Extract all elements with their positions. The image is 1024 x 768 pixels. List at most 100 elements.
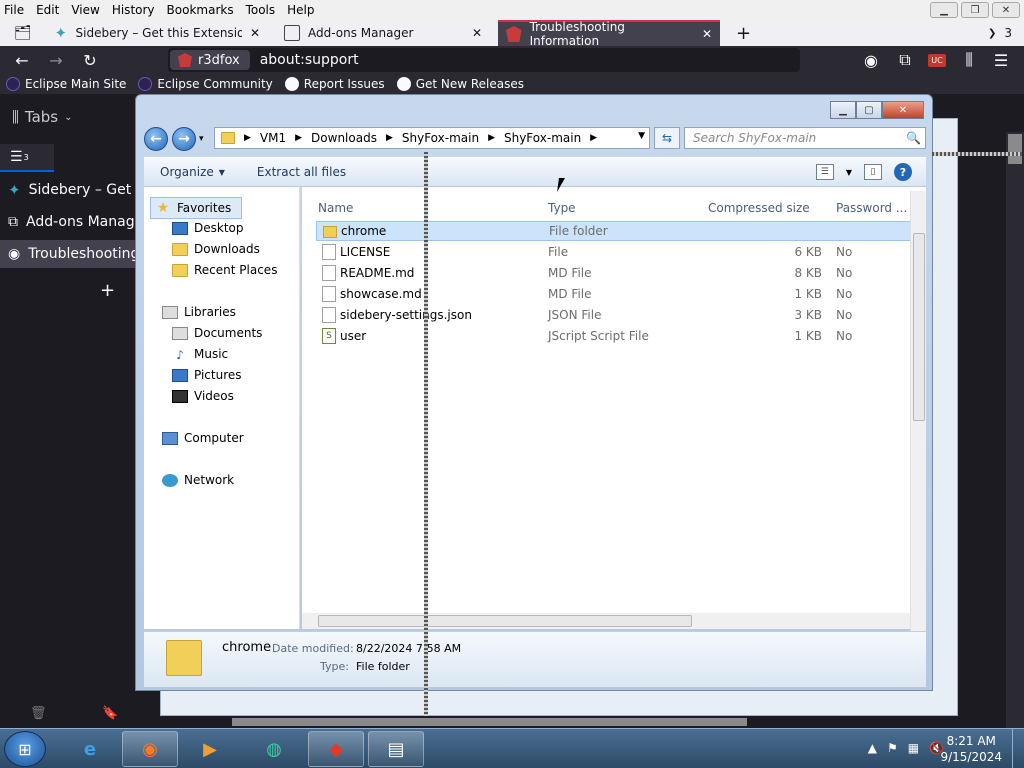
column-password[interactable]: Password ... — [836, 201, 907, 215]
change-view-icon[interactable]: ☰ — [815, 164, 834, 180]
scroll-thumb[interactable] — [913, 233, 925, 421]
recent-locations-icon[interactable]: ▾ — [199, 134, 204, 144]
account-button[interactable]: ◉ — [860, 46, 882, 74]
nav-network[interactable]: Network — [162, 473, 234, 487]
start-button[interactable]: ⊞ — [4, 731, 46, 767]
tab-troubleshooting[interactable]: Troubleshooting Information ✕ — [498, 20, 720, 48]
menu-edit[interactable]: Edit — [30, 0, 65, 20]
breadcrumb-separator-icon[interactable]: ▶ — [386, 133, 393, 143]
nav-music[interactable]: ♪ Music — [172, 347, 228, 362]
breadcrumb-separator-icon[interactable]: ▶ — [244, 133, 251, 143]
tabs-panel-button[interactable]: ☰ 3 — [0, 144, 54, 172]
extract-all-button[interactable]: Extract all files — [241, 165, 362, 179]
url-bar[interactable]: r3dfox about:support — [168, 48, 800, 72]
menu-help[interactable]: Help — [281, 0, 320, 20]
forward-button[interactable]: → — [172, 127, 196, 151]
new-tab-button[interactable]: + — [728, 20, 758, 46]
sidebar-tab-addons[interactable]: ⧉ Add-ons Manag — [0, 208, 136, 236]
breadcrumb-shyfox-main-inner[interactable]: ShyFox-main — [504, 131, 581, 145]
taskbar-media-player[interactable]: ▶ — [182, 731, 238, 767]
page-hscrollbar[interactable] — [160, 716, 958, 728]
hscroll-thumb[interactable] — [232, 718, 747, 726]
breadcrumb-shyfox-main[interactable]: ShyFox-main — [402, 131, 479, 145]
network-icon[interactable]: ▦ — [908, 741, 919, 755]
nav-desktop[interactable]: Desktop — [172, 221, 244, 235]
tab-list-button[interactable]: ❯ 3 — [980, 20, 1020, 46]
taskbar-r3dfox[interactable]: ◆ — [308, 731, 364, 767]
url-text[interactable]: about:support — [260, 52, 359, 68]
taskbar-archive[interactable]: ▤ — [368, 731, 424, 767]
organize-button[interactable]: Organize ▼ — [144, 165, 241, 179]
file-row-chrome[interactable]: chrome File folder — [316, 221, 926, 241]
scroll-thumb[interactable] — [1008, 134, 1022, 164]
close-tab-icon[interactable]: ✕ — [250, 26, 260, 40]
close-tab-icon[interactable]: ✕ — [702, 27, 712, 41]
back-button[interactable]: ← — [144, 127, 168, 151]
bookmark-icon[interactable]: 🔖 — [102, 706, 118, 721]
file-row-sidebery-settings[interactable]: sidebery-settings.json JSON File 3 KB No — [316, 305, 926, 325]
flag-icon[interactable]: ⚑ — [887, 741, 898, 755]
nav-computer[interactable]: Computer — [162, 431, 244, 445]
page-scrollbar[interactable] — [1006, 132, 1024, 728]
file-list-vscrollbar[interactable] — [910, 191, 926, 631]
reload-button[interactable]: ↻ — [78, 46, 102, 74]
extensions-button[interactable]: ⧉ — [894, 46, 916, 74]
nav-recent-places[interactable]: Recent Places — [172, 263, 277, 277]
menu-file[interactable]: File — [0, 0, 30, 20]
menu-bookmarks[interactable]: Bookmarks — [161, 0, 240, 20]
search-input[interactable]: Search ShyFox-main 🔍 — [684, 127, 926, 149]
trash-icon[interactable]: 🗑 — [30, 706, 47, 721]
scroll-thumb[interactable] — [318, 615, 692, 627]
nav-libraries[interactable]: Libraries — [162, 305, 236, 319]
nav-downloads[interactable]: Downloads — [172, 242, 260, 256]
chevron-down-icon[interactable]: ▼ — [846, 168, 852, 177]
bookmark-eclipse-community[interactable]: Eclipse Community — [138, 77, 273, 91]
restore-button[interactable]: ❐ — [961, 2, 989, 18]
column-compressed-size[interactable]: Compressed size — [708, 201, 810, 215]
file-list-hscrollbar[interactable] — [302, 613, 910, 629]
maximize-button[interactable]: ▢ — [856, 101, 882, 119]
bookmark-get-new-releases[interactable]: Get New Releases — [396, 77, 524, 91]
taskbar-firefox[interactable]: ◉ — [122, 731, 178, 767]
show-desktop-button[interactable] — [1012, 729, 1024, 768]
breadcrumb-separator-icon[interactable]: ▶ — [590, 133, 597, 143]
preview-pane-icon[interactable]: ▯ — [864, 164, 882, 180]
menu-view[interactable]: View — [65, 0, 105, 20]
tab-sidebery[interactable]: ✦ Sidebery – Get this Extension for ✕ — [46, 20, 268, 46]
bookmark-eclipse-main[interactable]: Eclipse Main Site — [6, 77, 126, 91]
identity-box[interactable]: r3dfox — [170, 50, 250, 70]
help-icon[interactable]: ? — [894, 163, 912, 181]
refresh-button[interactable]: ⇆ — [654, 127, 680, 149]
nav-pictures[interactable]: Pictures — [172, 368, 242, 382]
back-button[interactable]: ← — [10, 46, 34, 74]
breadcrumb-separator-icon[interactable]: ▶ — [488, 133, 495, 143]
file-row-readme[interactable]: README.md MD File 8 KB No — [316, 263, 926, 283]
close-button[interactable]: ✕ — [882, 101, 924, 119]
app-menu-button[interactable]: ☰ — [990, 46, 1012, 74]
nav-videos[interactable]: Videos — [172, 389, 234, 403]
sidebar-tab-sidebery[interactable]: ✦ Sidebery – Get t — [0, 176, 136, 204]
bookmark-report-issues[interactable]: Report Issues — [284, 77, 385, 91]
column-type[interactable]: Type — [548, 201, 576, 215]
new-tab-button[interactable]: + — [100, 280, 115, 301]
file-row-user[interactable]: S user JScript Script File 1 KB No — [316, 326, 926, 346]
forward-button[interactable]: → — [44, 46, 68, 74]
sidebar-header[interactable]: ⫼ Tabs ⌄ — [12, 108, 73, 126]
tab-addons-manager[interactable]: Add-ons Manager ✕ — [276, 20, 490, 46]
menu-history[interactable]: History — [106, 0, 161, 20]
nav-favorites[interactable]: ★ Favorites — [150, 197, 243, 219]
library-button[interactable]: ⫼ — [958, 46, 980, 74]
column-name[interactable]: Name — [318, 201, 353, 215]
file-row-license[interactable]: LICENSE File 6 KB No — [316, 242, 926, 262]
minimize-button[interactable]: ▁ — [930, 2, 958, 18]
menu-tools[interactable]: Tools — [240, 0, 282, 20]
breadcrumb-downloads[interactable]: Downloads — [311, 131, 377, 145]
close-button[interactable]: ✕ — [992, 2, 1020, 18]
breadcrumb-vm1[interactable]: VM1 — [260, 131, 286, 145]
firefox-view-button[interactable]: 🗂 — [6, 20, 36, 46]
address-bar[interactable]: ▶ VM1 ▶ Downloads ▶ ShyFox-main ▶ ShyFox… — [214, 127, 650, 149]
taskbar-ie[interactable]: e — [62, 731, 118, 767]
show-hidden-icons[interactable]: ▲ — [868, 741, 877, 755]
clock[interactable]: 8:21 AM 9/15/2024 — [940, 733, 1002, 765]
sidebar-tab-troubleshooting[interactable]: ◉ Troubleshooting — [0, 240, 136, 268]
